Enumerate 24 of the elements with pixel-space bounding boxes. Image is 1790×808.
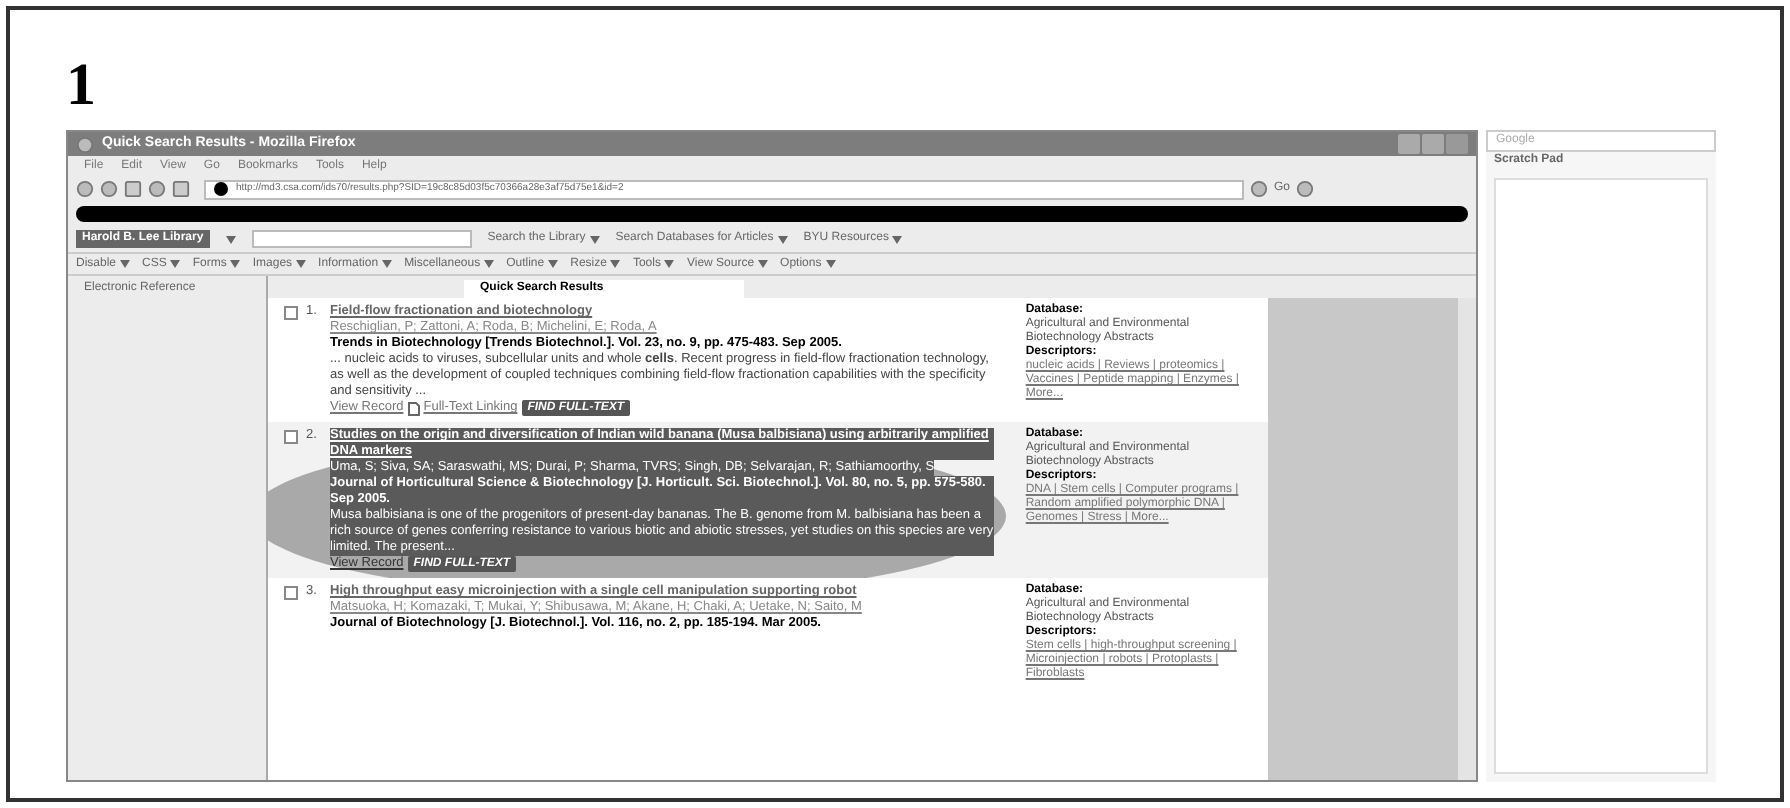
caret-icon <box>664 260 675 268</box>
caret-icon <box>484 260 495 268</box>
checkbox[interactable] <box>284 306 298 320</box>
checkbox[interactable] <box>284 586 298 600</box>
caret-icon <box>170 260 181 268</box>
scrollbar[interactable] <box>1458 298 1476 780</box>
caret-icon <box>230 260 241 268</box>
window-icon[interactable] <box>76 135 94 153</box>
site-icon <box>214 182 228 196</box>
caret-icon <box>120 260 131 268</box>
figure-label: 1 <box>66 50 98 122</box>
toolbar-search-field[interactable] <box>251 230 472 248</box>
caret-icon <box>548 260 559 268</box>
caret-icon <box>758 260 769 268</box>
caret-icon <box>296 260 307 268</box>
document-icon <box>407 401 420 415</box>
caret-icon <box>777 235 788 243</box>
caret-icon <box>892 235 903 243</box>
checkbox[interactable] <box>284 430 298 444</box>
caret-icon <box>825 260 836 268</box>
caret-icon <box>382 260 393 268</box>
caret-icon <box>589 235 600 243</box>
caret-icon <box>225 235 236 243</box>
caret-icon <box>610 260 621 268</box>
